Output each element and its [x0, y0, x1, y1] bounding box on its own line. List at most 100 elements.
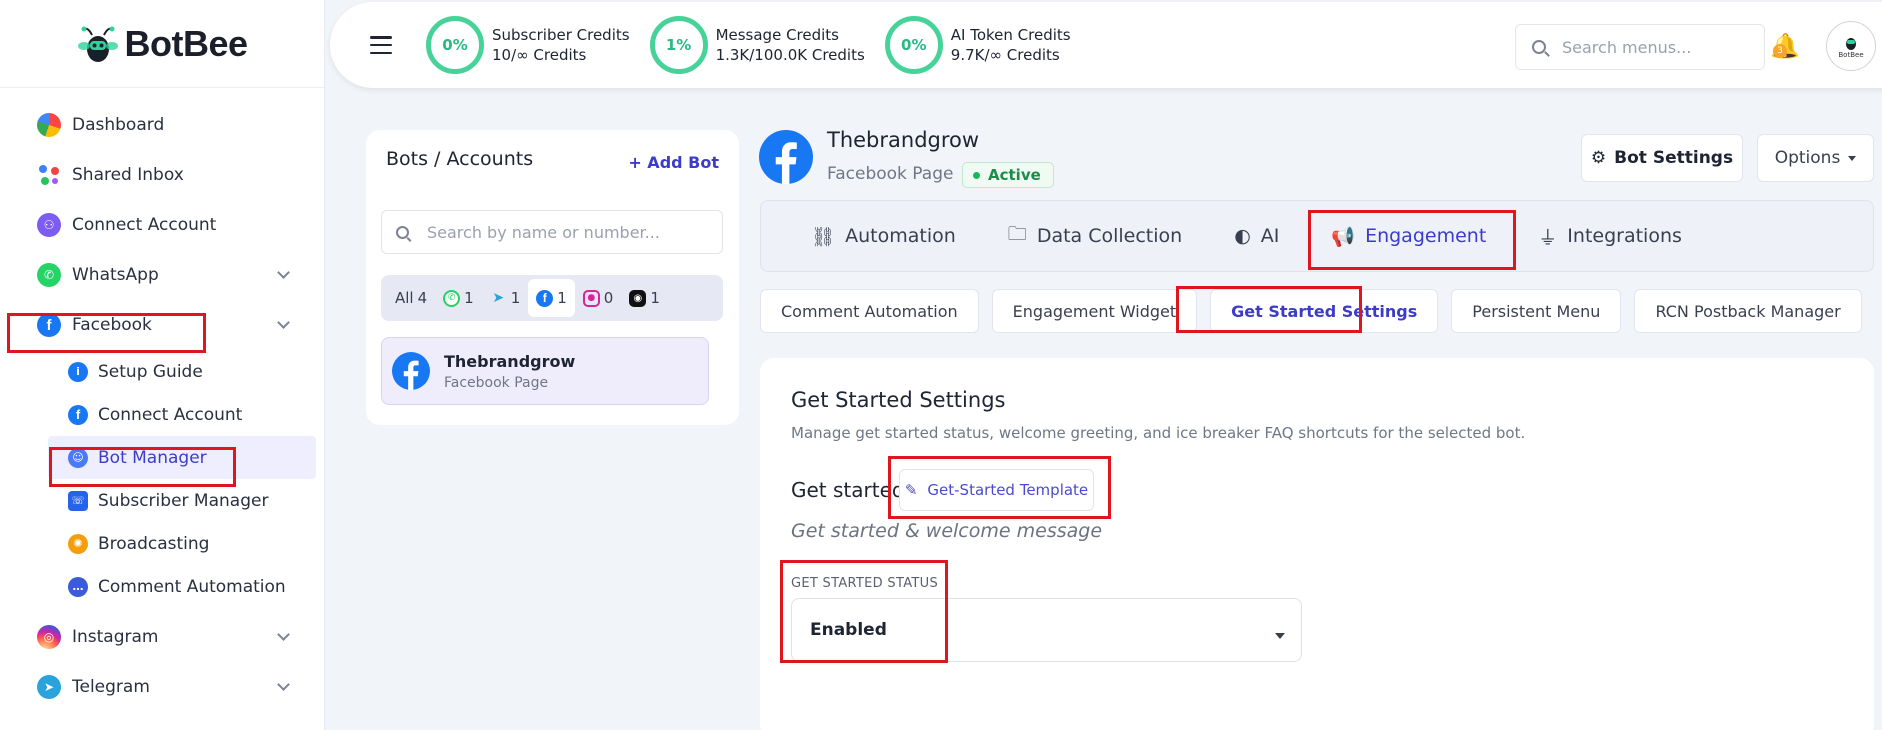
bot-search-input[interactable]: Search by name or number... [381, 210, 723, 254]
subscriber-icon: ☏ [68, 490, 88, 511]
sidebar-item-facebook[interactable]: f Facebook [0, 300, 324, 350]
search-placeholder: Search menus... [1562, 37, 1692, 57]
get-started-template-button[interactable]: ✎ Get-Started Template [899, 469, 1094, 511]
avatar-bee-icon [1846, 38, 1856, 50]
get-started-status-select[interactable]: Enabled [791, 598, 1302, 662]
filter-count: 0 [603, 289, 614, 307]
chevron-down-icon[interactable] [277, 628, 290, 641]
button-label: Options [1774, 148, 1841, 168]
sidebar-item-dashboard[interactable]: Dashboard [0, 100, 324, 150]
sidebar-subitem-broadcasting[interactable]: ✺ Broadcasting [0, 522, 324, 565]
status-label: Active [988, 166, 1041, 184]
brand-logo[interactable]: BotBee [0, 0, 324, 88]
subtab-engagement-widget[interactable]: Engagement Widget [991, 289, 1198, 333]
page-type: Facebook Page [827, 164, 954, 184]
button-label: Bot Settings [1614, 148, 1734, 168]
sidebar-item-whatsapp[interactable]: ✆ WhatsApp [0, 250, 324, 300]
status-field-label: GET STARTED STATUS [791, 576, 938, 591]
filter-messenger[interactable]: ◉ 1 [621, 279, 668, 317]
subtab-get-started-settings[interactable]: Get Started Settings [1210, 289, 1439, 333]
facebook-submenu: i Setup Guide f Connect Account ☺ Bot Ma… [0, 350, 324, 608]
select-value: Enabled [810, 620, 887, 640]
chevron-down-icon[interactable] [277, 678, 290, 691]
broadcast-icon: ✺ [68, 533, 88, 554]
sidebar: BotBee Dashboard Shared Inbox ⚇ Connect … [0, 0, 325, 730]
bot-settings-button[interactable]: ⚙ Bot Settings [1581, 134, 1743, 182]
platform-filter-bar: All 4 ✆ 1 ➤ 1 f 1 ● 0 ◉ 1 [381, 275, 723, 321]
sidebar-item-instagram[interactable]: ◎ Instagram [0, 612, 324, 662]
facebook-icon: f [536, 289, 554, 307]
add-bot-button[interactable]: + Add Bot [628, 153, 719, 172]
status-dot-icon [973, 171, 980, 179]
tab-integrations[interactable]: ⏚ Integrations [1538, 223, 1682, 250]
filter-telegram[interactable]: ➤ 1 [482, 279, 529, 317]
subtab-comment-automation[interactable]: Comment Automation [760, 289, 979, 333]
caret-down-icon [1848, 155, 1857, 161]
tab-data-collection[interactable]: 🗀 Data Collection [1008, 220, 1182, 252]
section-title: Get Started Settings [791, 388, 1006, 412]
tab-label: Automation [845, 225, 956, 247]
sidebar-item-label: Dashboard [72, 115, 165, 135]
whatsapp-icon: ✆ [37, 263, 61, 287]
facebook-icon: f [37, 313, 61, 337]
filter-label: All [395, 289, 414, 307]
chevron-down-icon[interactable] [277, 266, 290, 279]
robot-icon: ☺ [68, 447, 88, 468]
info-icon: i [68, 361, 88, 382]
bot-list-item[interactable]: Thebrandgrow Facebook Page [381, 337, 709, 405]
sidebar-item-label: Broadcasting [98, 533, 210, 554]
filter-count: 1 [557, 289, 567, 307]
avatar[interactable]: BotBee [1826, 21, 1876, 71]
bot-type: Facebook Page [444, 374, 549, 391]
search-placeholder: Search by name or number... [427, 222, 660, 242]
instagram-icon: ◎ [37, 625, 61, 649]
tab-automation[interactable]: ⛓ Automation [811, 225, 956, 248]
gear-icon: ⚙ [1590, 148, 1607, 168]
sidebar-item-label: WhatsApp [72, 265, 159, 285]
menu-toggle-icon[interactable] [370, 36, 392, 54]
ai-token-credits: 0% AI Token Credits 9.7K/∞ Credits [884, 16, 1071, 74]
sidebar-item-label: Telegram [72, 677, 150, 697]
filter-facebook[interactable]: f 1 [528, 279, 575, 317]
credit-ring: 1% [649, 16, 708, 74]
filter-all[interactable]: All 4 [387, 279, 435, 317]
sidebar-subitem-connect-account[interactable]: f Connect Account [0, 393, 324, 436]
filter-whatsapp[interactable]: ✆ 1 [435, 279, 482, 317]
options-dropdown[interactable]: Options [1757, 134, 1874, 182]
tab-ai[interactable]: ◐ AI [1234, 225, 1279, 247]
sidebar-item-telegram[interactable]: ➤ Telegram [0, 662, 324, 712]
ai-brain-icon: ◐ [1234, 225, 1251, 247]
automation-icon: ⛓ [811, 225, 836, 248]
whatsapp-icon: ✆ [443, 289, 461, 307]
sidebar-subitem-bot-manager[interactable]: ☺ Bot Manager [48, 436, 316, 479]
top-bar: 0% Subscriber Credits 10/∞ Credits 1% Me… [330, 2, 1882, 88]
credit-value: 1.3K/100.0K Credits [715, 46, 865, 64]
panel-title: Bots / Accounts [386, 148, 534, 170]
chevron-down-icon[interactable] [277, 316, 290, 329]
section-description: Manage get started status, welcome greet… [791, 424, 1526, 442]
engagement-sub-tabs: Comment Automation Engagement Widget Get… [760, 289, 1862, 333]
telegram-icon: ➤ [492, 290, 505, 306]
dashboard-icon [37, 113, 61, 137]
notification-badge: 3 [1773, 44, 1787, 58]
sidebar-item-shared-inbox[interactable]: Shared Inbox [0, 150, 324, 200]
message-credits: 1% Message Credits 1.3K/100.0K Credits [649, 16, 865, 74]
sidebar-item-connect-account[interactable]: ⚇ Connect Account [0, 200, 324, 250]
tab-label: Integrations [1567, 225, 1682, 247]
edit-icon: ✎ [904, 481, 918, 499]
bots-accounts-panel: Bots / Accounts + Add Bot Search by name… [366, 130, 739, 425]
subtab-persistent-menu[interactable]: Persistent Menu [1451, 289, 1622, 333]
sidebar-item-label: Instagram [72, 627, 159, 647]
caret-down-icon [1275, 633, 1285, 639]
filter-count: 1 [464, 289, 474, 307]
plug-icon: ⏚ [1538, 226, 1558, 249]
subtab-rcn-postback-manager[interactable]: RCN Postback Manager [1634, 289, 1862, 333]
sidebar-subitem-subscriber-manager[interactable]: ☏ Subscriber Manager [0, 479, 324, 522]
facebook-icon: f [68, 404, 88, 425]
filter-instagram[interactable]: ● 0 [575, 279, 622, 317]
sidebar-subitem-setup-guide[interactable]: i Setup Guide [0, 350, 324, 393]
menu-search-input[interactable]: Search menus... [1515, 24, 1765, 70]
credit-ring: 0% [426, 16, 484, 74]
sidebar-subitem-comment-automation[interactable]: … Comment Automation [0, 565, 324, 608]
tab-engagement[interactable]: 📢 Engagement [1331, 225, 1486, 248]
